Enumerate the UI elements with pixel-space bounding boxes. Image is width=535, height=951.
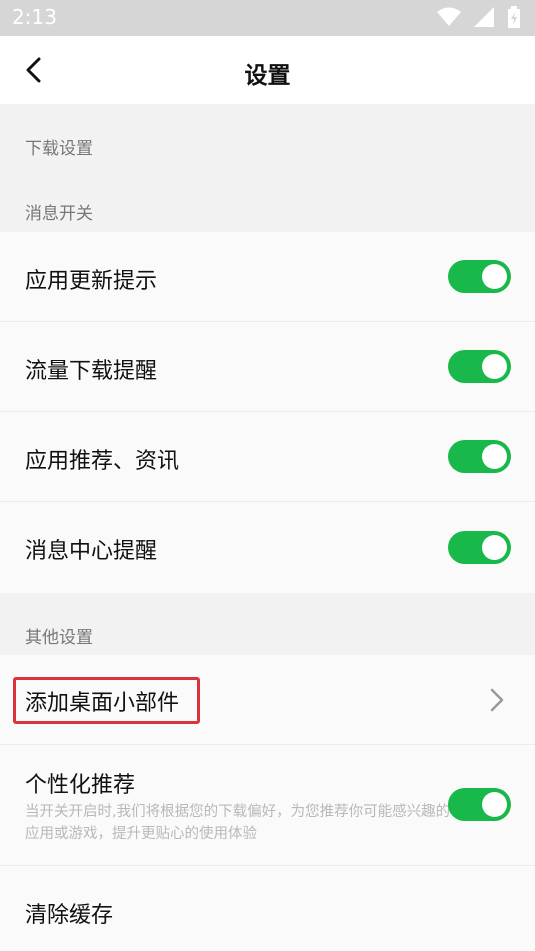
- setting-row-recommendations[interactable]: 应用推荐、资讯: [0, 412, 535, 502]
- page-title: 设置: [244, 63, 291, 89]
- data-download-toggle[interactable]: [448, 350, 511, 383]
- section-title: 其他设置: [25, 628, 93, 648]
- setting-label: 清除缓存: [25, 903, 114, 928]
- setting-label: 应用更新提示: [25, 269, 158, 294]
- wifi-icon: [436, 7, 461, 26]
- section-header-download[interactable]: 下载设置: [0, 104, 535, 166]
- section-header-notifications: 消息开关: [0, 168, 535, 232]
- recommendations-toggle[interactable]: [448, 440, 511, 473]
- setting-label: 消息中心提醒: [25, 539, 158, 564]
- setting-label: 流量下载提醒: [25, 359, 158, 384]
- setting-label: 应用推荐、资讯: [25, 449, 180, 474]
- setting-row-app-update[interactable]: 应用更新提示: [0, 232, 535, 322]
- status-time: 2:13: [12, 5, 57, 29]
- status-icons: [429, 6, 521, 30]
- highlight-box: [13, 677, 200, 724]
- toggle-knob: [482, 264, 507, 289]
- cellular-icon: [473, 7, 494, 27]
- app-update-toggle[interactable]: [448, 260, 511, 293]
- setting-row-clear-cache[interactable]: 清除缓存: [0, 866, 535, 951]
- setting-description: 当开关开启时,我们将根据您的下载偏好，为您推荐你可能感兴趣的应用或游戏，提升更贴…: [25, 804, 451, 842]
- toggle-knob: [482, 535, 507, 560]
- section-title: 消息开关: [25, 204, 93, 224]
- setting-row-personalized[interactable]: 个性化推荐 当开关开启时,我们将根据您的下载偏好，为您推荐你可能感兴趣的应用或游…: [0, 745, 535, 866]
- section-header-other: 其他设置: [0, 593, 535, 655]
- setting-row-data-download[interactable]: 流量下载提醒: [0, 322, 535, 412]
- toggle-knob: [482, 792, 507, 817]
- status-bar: 2:13: [0, 0, 535, 36]
- battery-charging-icon: [508, 6, 520, 28]
- personalized-toggle[interactable]: [448, 788, 511, 821]
- setting-row-message-center[interactable]: 消息中心提醒: [0, 502, 535, 593]
- toggle-knob: [482, 354, 507, 379]
- chevron-right-icon: [490, 688, 504, 712]
- setting-label: 个性化推荐: [25, 773, 136, 798]
- section-title: 下载设置: [25, 139, 93, 159]
- app-bar: 设置: [0, 36, 535, 104]
- message-center-toggle[interactable]: [448, 531, 511, 564]
- toggle-knob: [482, 444, 507, 469]
